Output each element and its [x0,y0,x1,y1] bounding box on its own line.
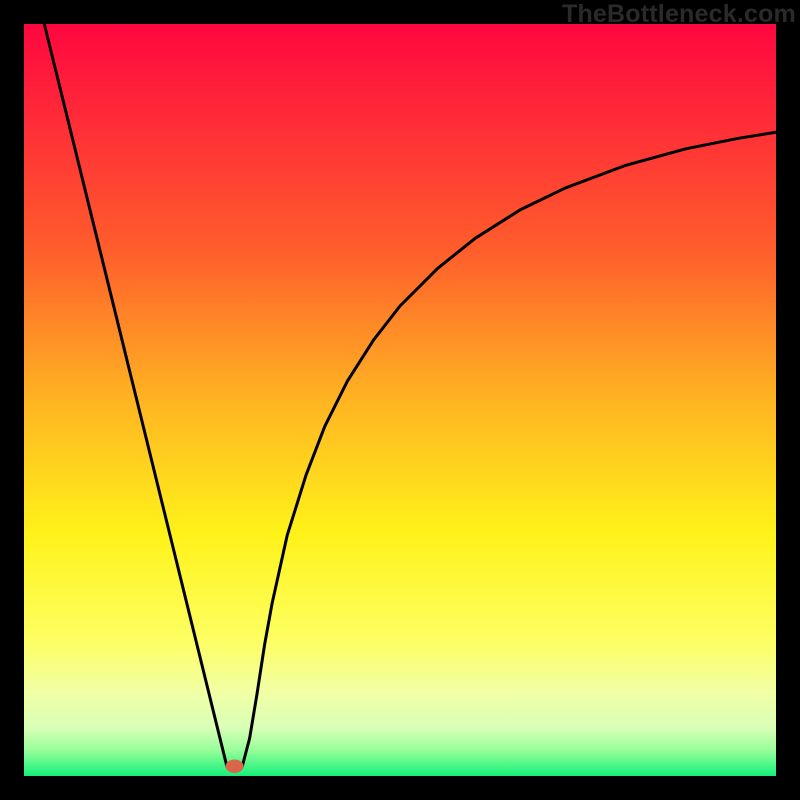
chart-svg [24,24,776,776]
chart-marker-minimum [226,759,244,773]
chart-area [24,24,776,776]
